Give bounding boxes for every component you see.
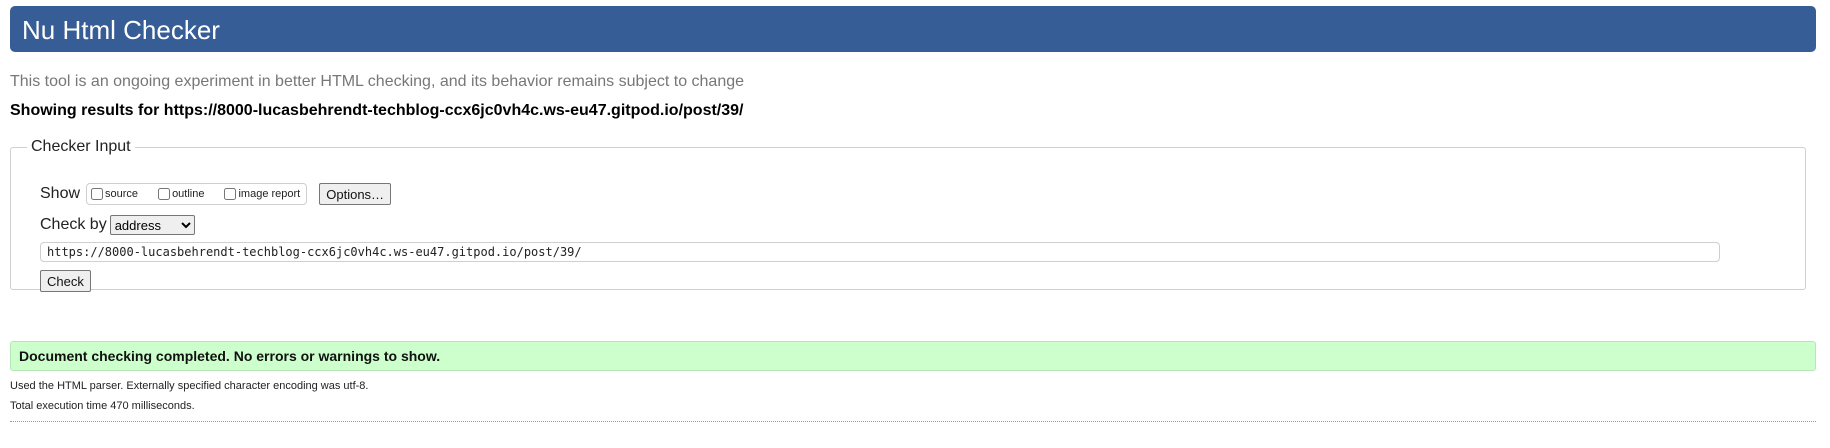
results-for-heading: Showing results for https://8000-lucasbe… [10, 102, 744, 119]
app-title: Nu Html Checker [22, 15, 220, 45]
check-by-select[interactable]: address [109, 215, 195, 235]
show-options-group: source outline image report [86, 183, 308, 205]
checker-input-legend: Checker Input [31, 138, 131, 155]
image-report-checkbox[interactable] [224, 188, 237, 200]
show-source-option[interactable]: source [89, 188, 138, 200]
app-header: Nu Html Checker [10, 6, 1816, 52]
check-button[interactable]: Check [40, 270, 91, 292]
show-row: Show source outline image report Options… [40, 183, 392, 205]
source-checkbox[interactable] [91, 188, 104, 200]
image-report-label: image report [238, 188, 301, 200]
check-by-row: Check by address [40, 215, 195, 235]
check-by-label: Check by [40, 216, 107, 233]
tagline: This tool is an ongoing experiment in be… [10, 73, 745, 90]
outline-checkbox[interactable] [158, 188, 171, 200]
execution-time: Total execution time 470 milliseconds. [10, 400, 195, 412]
success-message: Document checking completed. No errors o… [10, 341, 1816, 371]
source-label: source [105, 188, 139, 200]
parser-note: Used the HTML parser. Externally specifi… [10, 380, 369, 392]
show-label: Show [40, 185, 81, 202]
checker-input-fieldset: Checker Input Show source outline image … [10, 138, 1806, 292]
show-image-report-option[interactable]: image report [222, 188, 300, 200]
outline-label: outline [172, 188, 205, 200]
options-button[interactable]: Options… [319, 183, 392, 205]
url-input[interactable] [40, 242, 1720, 262]
show-outline-option[interactable]: outline [156, 188, 204, 200]
divider [10, 421, 1816, 422]
